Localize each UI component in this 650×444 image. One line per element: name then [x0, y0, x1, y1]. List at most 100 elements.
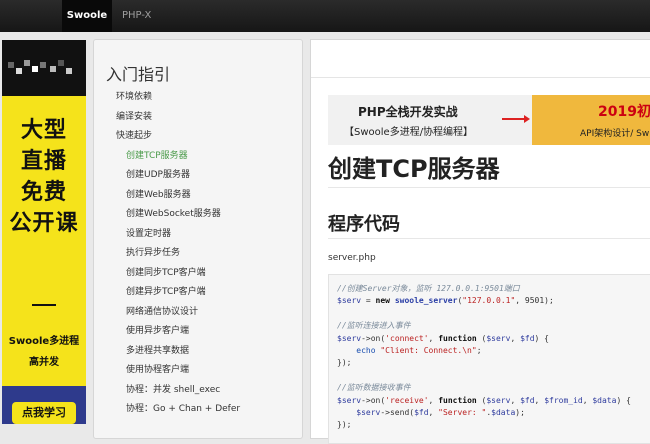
- code-token: swoole_server: [394, 296, 458, 306]
- ad-pixel: [50, 66, 56, 72]
- ad-line-4: 公开课: [9, 211, 79, 236]
- page-title: 创建TCP服务器: [328, 155, 500, 183]
- code-token: $data: [592, 395, 617, 405]
- code-token: $serv: [337, 296, 362, 306]
- code-token: ->on(: [361, 333, 386, 343]
- sidebar-title: 入门指引: [106, 65, 171, 84]
- code-block[interactable]: //创建Server对象，监听 127.0.0.1:9501端口 $serv = …: [328, 274, 650, 444]
- code-token: 'receive': [385, 395, 429, 405]
- code-filename: server.php: [328, 253, 376, 263]
- ad-pixel: [40, 62, 46, 68]
- code-token: $fd: [520, 395, 535, 405]
- code-line: //监听连接进入事件: [337, 320, 650, 332]
- ad-subtitle-2: 高并发: [29, 357, 59, 368]
- nav-tab-swoole[interactable]: Swoole: [62, 0, 112, 32]
- code-token: ,: [534, 395, 545, 405]
- code-token: 'connect': [385, 333, 429, 343]
- code-token: //监听连接进入事件: [337, 321, 411, 331]
- code-token: "Server: ": [438, 407, 487, 417]
- code-token: );: [515, 407, 525, 417]
- code-token: =: [361, 296, 376, 306]
- code-token: ) {: [616, 395, 631, 405]
- code-line: });: [337, 357, 650, 369]
- code-token: $from_id: [544, 395, 583, 405]
- code-token: echo: [356, 345, 376, 355]
- ad-pixel: [16, 68, 22, 74]
- ad-pixel: [24, 60, 30, 66]
- ad-pixel: [66, 68, 72, 74]
- sidebar-item[interactable]: 设置定时器: [126, 226, 171, 239]
- promo-tagline: API架构设计/ Sw: [580, 129, 650, 139]
- sidebar-item[interactable]: 创建TCP服务器: [126, 148, 188, 161]
- code-token: ,: [428, 407, 439, 417]
- sidebar-item[interactable]: 快速起步: [116, 128, 152, 141]
- sidebar-item[interactable]: 创建UDP服务器: [126, 167, 190, 180]
- code-line: $serv = new swoole_server("127.0.0.1", 9…: [337, 295, 650, 307]
- ad-line-2: 直播: [20, 149, 67, 174]
- code-token: //创建Server对象，监听 127.0.0.1:9501端口: [337, 284, 520, 293]
- promo-year: 2019初: [598, 104, 650, 120]
- title-divider: [328, 187, 650, 188]
- code-token: $fd: [520, 333, 535, 343]
- code-token: ->send(: [380, 407, 415, 417]
- sidebar-item[interactable]: 使用协程客户端: [126, 362, 189, 375]
- code-token: ,: [510, 333, 521, 343]
- sidebar-item[interactable]: 网络通信协议设计: [126, 304, 198, 317]
- sidebar-item[interactable]: 创建WebSocket服务器: [126, 206, 221, 219]
- sidebar-item[interactable]: 使用异步客户端: [126, 323, 189, 336]
- sidebar-item[interactable]: 编译安装: [116, 109, 152, 122]
- code-token: ,: [428, 395, 439, 405]
- sidebar-item[interactable]: 创建Web服务器: [126, 187, 191, 200]
- sidebar-item[interactable]: 执行异步任务: [126, 245, 180, 258]
- sidebar-item[interactable]: 环境依赖: [116, 89, 152, 102]
- code-line: echo "Client: Connect.\n";: [337, 345, 650, 357]
- code-token: "127.0.0.1": [462, 296, 516, 306]
- content-toolbar: [311, 40, 650, 78]
- promo-banner[interactable]: PHP全栈开发实战 【Swoole多进程/协程编程】 2019初 API架构设计…: [328, 95, 650, 145]
- ad-learn-button[interactable]: 点我学习: [12, 402, 76, 424]
- sidebar-item[interactable]: 多进程共享数据: [126, 343, 189, 356]
- code-line: $serv->on('receive', function ($serv, $f…: [337, 395, 650, 407]
- code-token: $serv: [337, 395, 362, 405]
- code-token: ,: [510, 395, 521, 405]
- code-token: , 9501);: [515, 296, 554, 306]
- code-token: $serv: [486, 333, 511, 343]
- code-token: $serv: [356, 407, 381, 417]
- code-line: });: [337, 419, 650, 431]
- sidebar-nav: 入门指引 环境依赖编译安装快速起步创建TCP服务器 创建UDP服务器 创建Web服务…: [93, 39, 303, 439]
- sidebar-item[interactable]: 协程：并发 shell_exec: [126, 382, 220, 395]
- sidebar-item[interactable]: 创建异步TCP客户端: [126, 284, 206, 297]
- promo-subtitle: 【Swoole多进程/协程编程】: [344, 127, 474, 138]
- code-token: (: [476, 395, 487, 405]
- section-divider: [328, 238, 650, 239]
- code-token: ,: [582, 395, 593, 405]
- code-token: function: [438, 395, 477, 405]
- code-token: ->on(: [361, 395, 386, 405]
- sidebar-item[interactable]: 协程：Go + Chan + Defer: [126, 401, 240, 414]
- sidebar-item[interactable]: 创建同步TCP客户端: [126, 265, 206, 278]
- nav-tab-php-x[interactable]: PHP-X: [122, 0, 151, 32]
- code-line: //监听数据接收事件: [337, 382, 650, 394]
- code-token: $serv: [337, 333, 362, 343]
- ad-line-3: 免费: [20, 180, 67, 205]
- code-token: ;: [476, 345, 482, 355]
- arrow-right-icon: [502, 115, 530, 123]
- section-heading: 程序代码: [328, 214, 400, 235]
- code-line: $serv->send($fd, "Server: ".$data);: [337, 407, 650, 419]
- ad-banner-header: [2, 40, 86, 96]
- code-token: //监听数据接收事件: [337, 383, 411, 393]
- ad-subtitle-1: Swoole多进程: [8, 336, 80, 347]
- code-token: "Client: Connect.\n": [380, 345, 477, 355]
- code-token: ,: [428, 333, 439, 343]
- code-token: (: [476, 333, 487, 343]
- code-token: $data: [491, 407, 516, 417]
- code-line: //创建Server对象，监听 127.0.0.1:9501端口: [337, 283, 650, 295]
- ad-line-1: 大型: [20, 118, 67, 143]
- code-token: function: [438, 333, 477, 343]
- code-token: ) {: [534, 333, 549, 343]
- ad-banner[interactable]: 大型 直播 免费 公开课 Swoole多进程 高并发 点我学习: [2, 40, 86, 424]
